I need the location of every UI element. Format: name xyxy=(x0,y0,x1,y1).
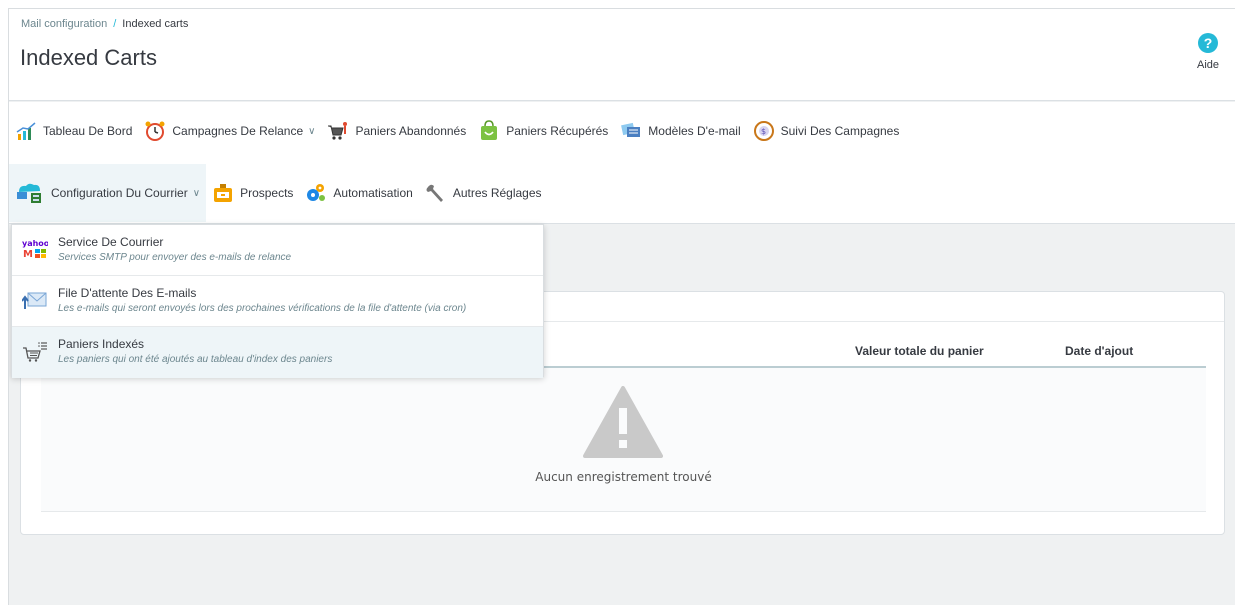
menu-item-description: Les paniers qui ont été ajoutés au table… xyxy=(58,354,333,365)
chart-icon xyxy=(16,122,36,140)
menu-item-description: Les e-mails qui seront envoyés lors des … xyxy=(58,303,467,314)
warning-icon xyxy=(583,386,663,458)
empty-state: Aucun enregistrement trouvé xyxy=(41,368,1206,512)
column-header-total-value[interactable]: Valeur totale du panier xyxy=(855,344,984,358)
nav-row-1: Tableau De Bord Campagnes De Relance ∨ P… xyxy=(9,102,1235,160)
mail-server-icon xyxy=(17,183,41,203)
menu-item-title: Paniers Indexés xyxy=(58,337,145,351)
menu-item-service-de-courrier[interactable]: yahoo! M Service De Courrier Services SM… xyxy=(12,225,543,276)
page-header: Mail configuration / Indexed carts Indexed… xyxy=(9,9,1235,101)
tab-paniers-abandonnes[interactable]: Paniers Abandonnés xyxy=(321,102,472,160)
breadcrumb-parent[interactable]: Mail configuration xyxy=(21,18,107,30)
question-icon: ? xyxy=(1198,33,1218,53)
mail-queue-icon xyxy=(22,292,47,309)
menu-item-title: Service De Courrier xyxy=(58,235,164,249)
module-nav: Tableau De Bord Campagnes De Relance ∨ P… xyxy=(9,102,1235,224)
help-button[interactable]: ? Aide xyxy=(1193,33,1223,71)
tab-prospects[interactable]: Prospects xyxy=(206,164,299,222)
column-header-date-added[interactable]: Date d'ajout xyxy=(1065,344,1133,358)
tab-label: Paniers Récupérés xyxy=(506,124,609,138)
menu-item-paniers-indexes[interactable]: Paniers Indexés Les paniers qui ont été … xyxy=(12,327,543,378)
alarm-clock-icon xyxy=(145,121,165,141)
gears-icon xyxy=(307,184,326,201)
tab-label: Modèles D'e-mail xyxy=(648,124,741,138)
tab-autres-reglages[interactable]: Autres Réglages xyxy=(419,164,548,222)
tab-label: Prospects xyxy=(240,186,294,200)
tab-label: Configuration Du Courrier xyxy=(51,186,188,200)
wrench-icon xyxy=(426,184,443,202)
tab-campagnes-de-relance[interactable]: Campagnes De Relance ∨ xyxy=(138,102,321,160)
tab-configuration-du-courrier[interactable]: Configuration Du Courrier ∨ xyxy=(9,164,207,222)
tab-tableau-de-bord[interactable]: Tableau De Bord xyxy=(9,102,138,160)
svg-text:$: $ xyxy=(761,127,766,136)
tab-label: Tableau De Bord xyxy=(43,124,133,138)
tab-label: Automatisation xyxy=(333,186,413,200)
svg-text:yahoo!: yahoo! xyxy=(22,239,48,248)
page-title: Indexed Carts xyxy=(20,45,157,70)
shopping-bag-icon xyxy=(481,120,498,140)
empty-state-text: Aucun enregistrement trouvé xyxy=(535,470,712,484)
tab-label: Campagnes De Relance xyxy=(172,124,304,138)
svg-text:M: M xyxy=(23,249,33,260)
breadcrumb-current: Indexed carts xyxy=(122,18,189,30)
tab-suivi-des-campagnes[interactable]: $ Suivi Des Campagnes xyxy=(747,102,906,160)
menu-item-title: File D'attente Des E-mails xyxy=(58,286,197,300)
menu-item-description: Services SMTP pour envoyer des e-mails d… xyxy=(58,252,292,263)
shopping-cart-icon xyxy=(328,122,348,140)
indexed-cart-icon xyxy=(23,342,47,362)
help-label: Aide xyxy=(1196,59,1220,71)
tracking-icon: $ xyxy=(753,121,774,141)
nav-row-2: Configuration Du Courrier ∨ Prospects Au… xyxy=(9,164,1235,222)
menu-item-file-attente[interactable]: File D'attente Des E-mails Les e-mails q… xyxy=(12,276,543,327)
app-frame: Mail configuration / Indexed carts Indexed… xyxy=(8,8,1235,605)
tab-label: Paniers Abandonnés xyxy=(355,124,467,138)
chevron-down-icon: ∨ xyxy=(308,125,316,137)
tab-label: Suivi Des Campagnes xyxy=(780,124,900,138)
chevron-down-icon: ∨ xyxy=(192,187,201,199)
tab-modeles-email[interactable]: Modèles D'e-mail xyxy=(614,102,746,160)
mail-configuration-dropdown: yahoo! M Service De Courrier Services SM… xyxy=(11,224,544,378)
tab-paniers-recuperes[interactable]: Paniers Récupérés xyxy=(472,102,614,160)
mail-services-icon: yahoo! M xyxy=(22,239,48,260)
breadcrumb-separator: / xyxy=(113,18,117,30)
email-templates-icon xyxy=(621,122,641,137)
prospects-icon xyxy=(214,184,233,202)
breadcrumb: Mail configuration / Indexed carts xyxy=(21,18,188,30)
tab-automatisation[interactable]: Automatisation xyxy=(299,164,418,222)
tab-label: Autres Réglages xyxy=(452,186,542,200)
